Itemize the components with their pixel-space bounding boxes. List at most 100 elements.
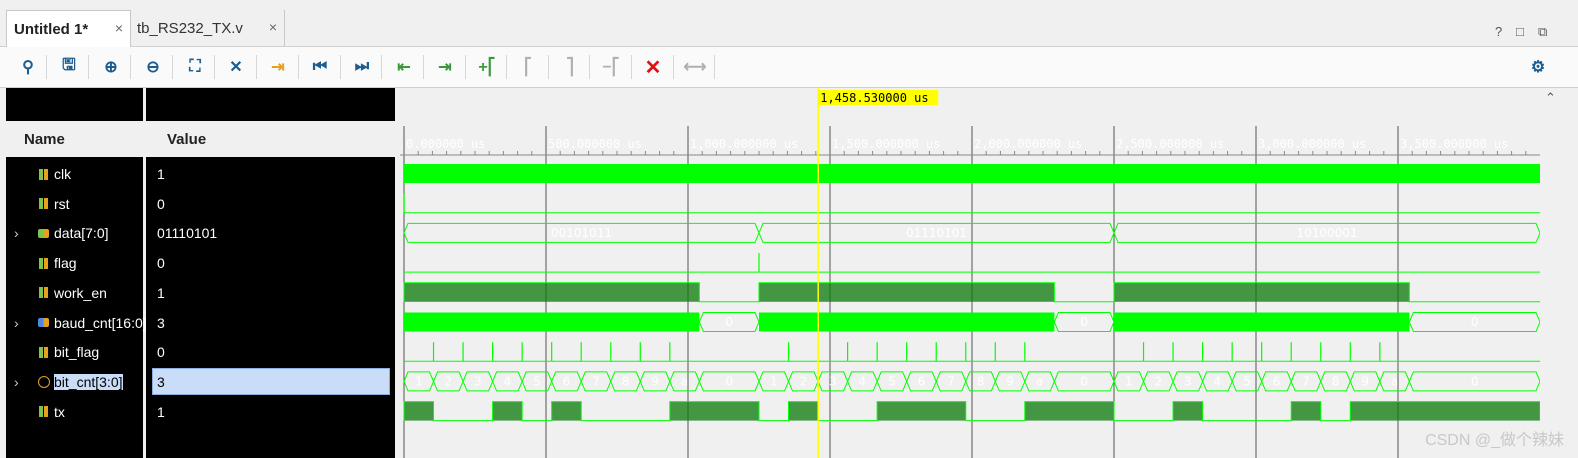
add-marker-icon[interactable]: +⎡	[475, 55, 499, 79]
expand-chevron-icon[interactable]: ›	[14, 225, 28, 241]
tab-label: Untitled 1*	[14, 20, 89, 38]
bus-value-label: 4	[859, 374, 867, 388]
level-high-fill	[1024, 401, 1114, 421]
close-icon[interactable]: ×	[115, 20, 123, 36]
signal-name-row[interactable]: bit_flag	[14, 337, 99, 367]
scroll-up-icon[interactable]: ⌃	[1545, 90, 1556, 106]
tab-tb-rs232-tx[interactable]: tb_RS232_TX.v ×	[130, 10, 285, 46]
bus-value-label: 6	[918, 374, 926, 388]
signal-name: baud_cnt[16:0]	[54, 314, 147, 331]
signal-name: bit_cnt[3:0]	[54, 373, 123, 390]
prev-marker-icon[interactable]: ⎡	[516, 55, 540, 79]
name-column-header[interactable]: Name	[6, 121, 143, 157]
signal-value[interactable]: 0	[157, 189, 165, 219]
timeline-tick-label: 0.000000 us	[406, 137, 485, 151]
bus-value-label: 0	[1080, 315, 1088, 329]
close-icon[interactable]: ×	[269, 19, 277, 35]
delete-icon[interactable]: ✕	[641, 55, 665, 79]
save-icon[interactable]: 🖫	[57, 55, 81, 79]
bus-value-label: 9	[651, 374, 659, 388]
signal-value[interactable]: 01110101	[157, 218, 217, 248]
bus-value-label: 3	[474, 374, 482, 388]
search-icon[interactable]: ⚲	[16, 55, 40, 79]
level-high-fill	[404, 282, 700, 302]
maximize-icon[interactable]: □	[1516, 24, 1524, 39]
level-high-fill	[1350, 401, 1540, 421]
signal-name-row[interactable]: rst	[14, 189, 70, 219]
tab-label: tb_RS232_TX.v	[137, 19, 243, 37]
tab-untitled-1[interactable]: Untitled 1* ×	[6, 10, 131, 47]
signal-name-row[interactable]: work_en	[14, 278, 107, 308]
level-high-fill	[551, 401, 582, 421]
toolbar-divider	[548, 55, 549, 79]
expand-chevron-icon[interactable]: ›	[14, 374, 28, 390]
go-to-start-icon[interactable]: ⏮	[308, 55, 332, 79]
signal-name-row[interactable]: › data[7:0]	[14, 218, 109, 248]
toolbar-divider	[298, 55, 299, 79]
go-to-time-icon[interactable]: ⇥	[266, 55, 290, 79]
scalar-signal-icon	[38, 346, 50, 359]
bus-value-label: 00101011	[551, 226, 612, 240]
prev-transition-icon[interactable]: ⇤	[392, 55, 416, 79]
vertical-scrollbar[interactable]: ⌃	[1541, 88, 1561, 458]
toolbar-divider	[130, 55, 131, 79]
gear-icon[interactable]: ⚙	[1526, 55, 1550, 79]
waveform-canvas[interactable]: 0.000000 us 500.000000 us 1,000.000000 us 1…	[400, 88, 1540, 458]
signal-name-row[interactable]: tx	[14, 397, 65, 427]
signal-name: rst	[54, 195, 70, 212]
timeline-tick-label: 500.000000 us	[548, 137, 642, 151]
timeline-tick-label: 2,000.000000 us	[974, 137, 1082, 151]
zoom-fit-icon[interactable]: ⛶	[183, 55, 207, 79]
signal-value[interactable]: 0	[157, 337, 165, 367]
timeline-tick-label: 3,500.000000 us	[1400, 137, 1508, 151]
bus-value-label: a	[1391, 374, 1398, 388]
timeline-tick-label: 1,500.000000 us	[832, 137, 940, 151]
go-to-end-icon[interactable]: ⏭	[350, 55, 374, 79]
signal-name-row[interactable]: flag	[14, 248, 77, 278]
level-high-fill	[669, 401, 759, 421]
toolbar-divider	[423, 55, 424, 79]
bus-value-label: 7	[947, 374, 955, 388]
float-icon[interactable]: ⧉	[1538, 24, 1547, 40]
bus-value-label: 10100001	[1296, 226, 1357, 240]
bus-value-label: 9	[1006, 374, 1014, 388]
bus-value-label: 7	[592, 374, 600, 388]
bus-value-label: 3	[829, 374, 837, 388]
scalar-signal-icon	[38, 405, 50, 418]
expand-chevron-icon[interactable]: ›	[14, 315, 28, 331]
signal-name: bit_flag	[54, 344, 100, 361]
bus-value-label: a	[681, 374, 688, 388]
signal-value[interactable]: 3	[157, 367, 165, 397]
signal-value[interactable]: 0	[157, 248, 165, 278]
zoom-in-icon[interactable]: ⊕	[99, 55, 123, 79]
signal-value[interactable]: 1	[157, 278, 165, 308]
level-high-fill	[1173, 401, 1203, 421]
signal-name-row[interactable]: › bit_cnt[3:0]	[14, 367, 123, 397]
bus-value-label: 0	[725, 374, 733, 388]
signal-value[interactable]: 1	[157, 159, 165, 189]
toolbar-divider	[172, 55, 173, 79]
swap-cursors-icon[interactable]: ⟷	[683, 55, 707, 79]
bus-value-label: 1	[770, 374, 778, 388]
level-high-fill	[1291, 401, 1321, 421]
signal-name-row[interactable]: › baud_cnt[16:0]	[14, 308, 147, 338]
bus-value-label: 4	[504, 374, 512, 388]
next-marker-icon[interactable]: ⎤	[558, 55, 582, 79]
signal-value[interactable]: 3	[157, 308, 165, 338]
next-transition-icon[interactable]: ⇥	[433, 55, 457, 79]
zoom-out-icon[interactable]: ⊖	[141, 55, 165, 79]
signal-name: clk	[54, 166, 72, 182]
scalar-signal-icon	[38, 197, 50, 210]
value-column-header[interactable]: Value	[146, 121, 395, 157]
cursor-icon[interactable]: ✕	[224, 55, 248, 79]
cursor-time-label: 1,458.530000 us	[820, 91, 928, 105]
delete-marker-icon[interactable]: −⎡	[599, 55, 623, 79]
signal-value[interactable]: 1	[157, 397, 165, 427]
bus-value-label: 5	[533, 374, 541, 388]
level-high-fill	[877, 401, 966, 421]
toolbar-divider	[465, 55, 466, 79]
signal-name-row[interactable]: clk	[14, 159, 71, 189]
help-icon[interactable]: ?	[1495, 24, 1502, 39]
bus-value-label: 3	[1184, 374, 1192, 388]
toolbar-divider	[214, 55, 215, 79]
